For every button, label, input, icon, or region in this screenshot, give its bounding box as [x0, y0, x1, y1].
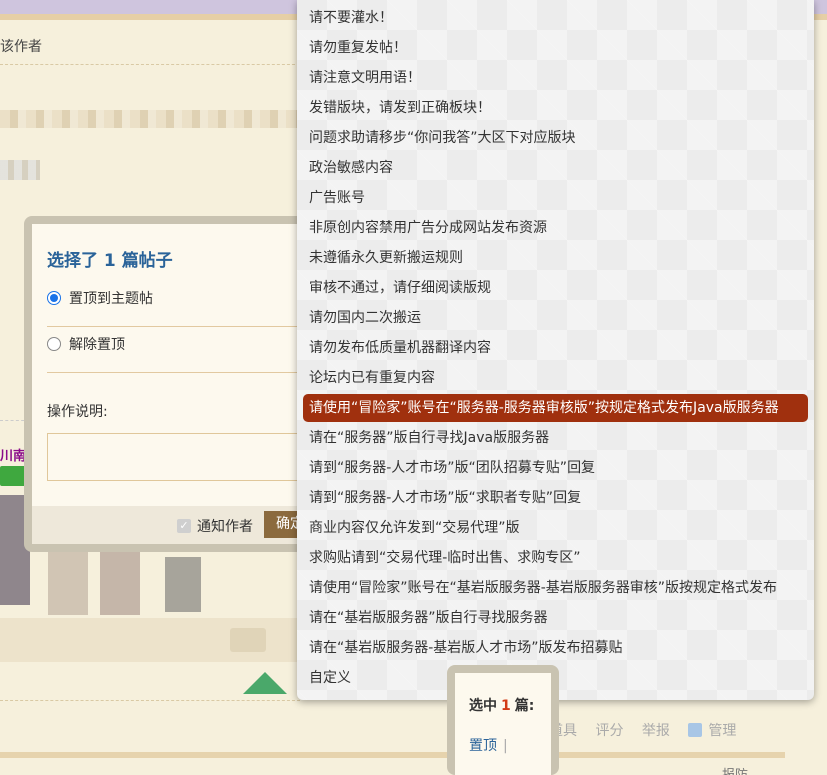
checkbox-icon[interactable] — [688, 723, 703, 737]
moderation-dialog: 选择了 1 篇帖子 置顶到主题帖 解除置顶 操作说明: ✓ 通知作者 确定 — [24, 216, 337, 552]
dialog-footer: ✓ 通知作者 确定 — [32, 506, 332, 544]
notify-author-checkbox[interactable]: ✓ 通知作者 — [177, 516, 253, 536]
operation-note-label: 操作说明: — [47, 404, 108, 420]
radio-stick-to-top[interactable]: 置顶到主题帖 — [47, 287, 153, 309]
divider — [0, 700, 300, 701]
reason-option[interactable]: 请使用“冒险家”账号在“基岩版服务器-基岩版服务器审核”版按规定格式发布 — [303, 574, 808, 602]
selected-number: 1 — [501, 698, 511, 714]
separator: | — [503, 738, 508, 754]
radio-button[interactable] — [47, 337, 61, 351]
reason-option[interactable]: 问题求助请移步“你问我答”大区下对应版块 — [303, 124, 808, 152]
selection-popup: 选中 1 篇: 置顶 | — [447, 665, 559, 775]
checkbox-icon[interactable]: ✓ — [177, 519, 191, 533]
selection-popup-body: 选中 1 篇: 置顶 | — [455, 673, 551, 775]
operation-note-input[interactable] — [47, 433, 337, 481]
stick-action-link[interactable]: 置顶 — [469, 738, 497, 754]
title-count: 1 — [103, 251, 116, 271]
radio-unstick[interactable]: 解除置顶 — [47, 333, 125, 355]
selected-prefix: 选中 — [469, 698, 497, 714]
reason-option[interactable]: 请注意文明用语！ — [303, 64, 808, 92]
reason-option[interactable]: 商业内容仅允许发到“交易代理”版 — [303, 514, 808, 542]
reason-option[interactable]: 请勿发布低质量机器翻译内容 — [303, 334, 808, 362]
reason-option[interactable]: 政治敏感内容 — [303, 154, 808, 182]
bottom-band — [0, 752, 785, 758]
blurred-content-small — [0, 160, 40, 180]
reason-option[interactable]: 审核不通过，请仔细阅读版规 — [303, 274, 808, 302]
reason-option[interactable]: 请勿重复发帖！ — [303, 34, 808, 62]
toolbar-button[interactable] — [230, 628, 266, 652]
post-tools: 用道具 评分 举报 管理 — [535, 720, 764, 740]
reason-option[interactable]: 非原创内容禁用广告分成网站发布资源 — [303, 214, 808, 242]
manage-link[interactable]: 管理 — [688, 723, 750, 739]
manage-label: 管理 — [708, 723, 737, 739]
rate-link[interactable]: 评分 — [595, 723, 623, 739]
selected-count: 选中 1 篇: — [469, 695, 534, 715]
bottom-text: 报防 — [722, 764, 748, 775]
selection-actions: 置顶 | — [469, 735, 508, 755]
blurred-content — [0, 110, 300, 128]
radio-label: 置顶到主题帖 — [69, 291, 153, 307]
author-label: 该作者 — [0, 39, 42, 55]
title-suffix: 篇帖子 — [121, 251, 173, 271]
report-link[interactable]: 举报 — [642, 723, 670, 739]
back-to-top-icon[interactable] — [243, 672, 287, 694]
reason-option[interactable]: 请到“服务器-人才市场”版“求职者专贴”回复 — [303, 484, 808, 512]
reason-option[interactable]: 论坛内已有重复内容 — [303, 364, 808, 392]
divider — [47, 326, 337, 327]
reason-option[interactable]: 请勿国内二次搬运 — [303, 304, 808, 332]
notify-author-label: 通知作者 — [197, 519, 253, 535]
reason-option[interactable]: 请在“基岩版服务器”版自行寻找服务器 — [303, 604, 808, 632]
reason-option[interactable]: 请到“服务器-人才市场”版“团队招募专贴”回复 — [303, 454, 808, 482]
reason-option[interactable]: 未遵循永久更新搬运规则 — [303, 244, 808, 272]
title-prefix: 选择了 — [47, 251, 98, 271]
divider — [0, 64, 300, 65]
reason-dropdown: 请不要灌水！ 请勿重复发帖！ 请注意文明用语！ 发错版块，请发到正确板块！ 问题求助请移… — [297, 0, 814, 700]
dialog-body: 选择了 1 篇帖子 置顶到主题帖 解除置顶 操作说明: ✓ 通知作者 确定 — [32, 224, 337, 544]
dialog-title: 选择了 1 篇帖子 — [47, 246, 173, 271]
radio-button-checked[interactable] — [47, 291, 61, 305]
reason-option[interactable]: 广告账号 — [303, 184, 808, 212]
reason-option[interactable]: 请不要灌水！ — [303, 4, 808, 32]
reason-option[interactable]: 请在“基岩版服务器-基岩版人才市场”版发布招募贴 — [303, 634, 808, 662]
reason-option[interactable]: 请使用“冒险家”账号在“服务器-服务器审核版”按规定格式发布Java版服务器 — [303, 394, 808, 422]
divider — [47, 372, 337, 373]
reason-option[interactable]: 请在“服务器”版自行寻找Java版服务器 — [303, 424, 808, 452]
selected-suffix: 篇: — [514, 698, 535, 714]
radio-label: 解除置顶 — [69, 337, 125, 353]
reason-option[interactable]: 发错版块，请发到正确板块！ — [303, 94, 808, 122]
reason-option[interactable]: 求购贴请到“交易代理-临时出售、求购专区” — [303, 544, 808, 572]
